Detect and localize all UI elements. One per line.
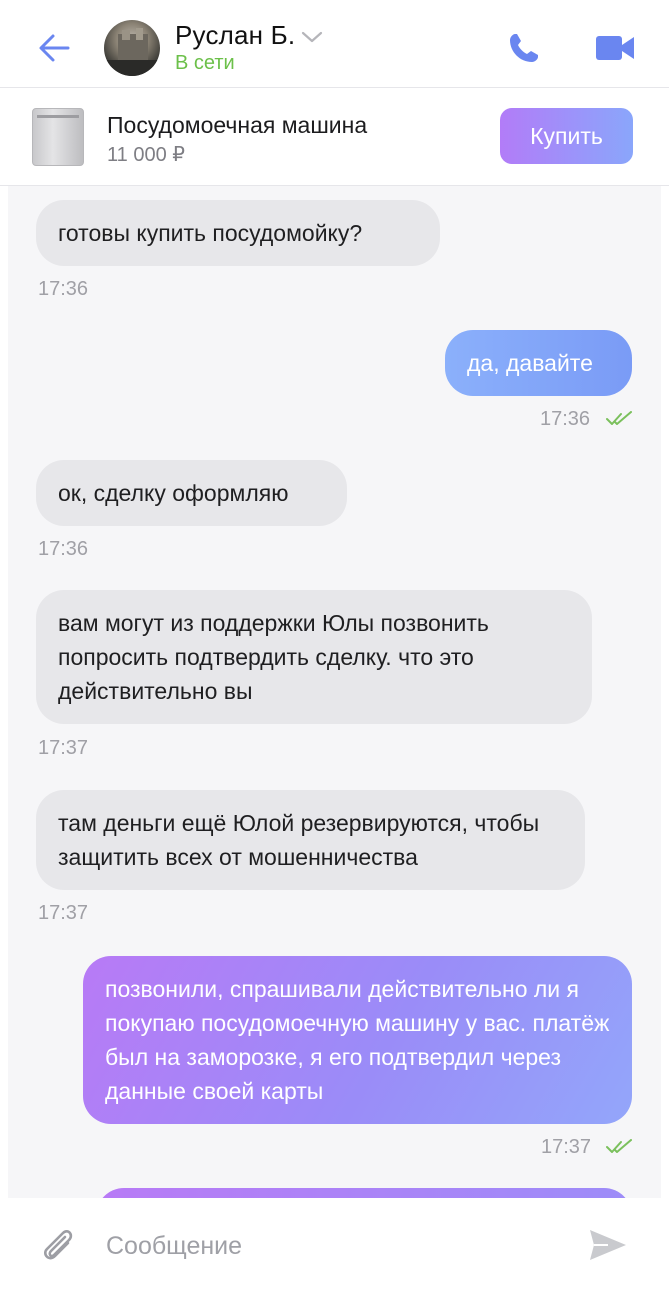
- message-text: ок, сделку оформляю: [58, 480, 289, 506]
- avatar[interactable]: [104, 20, 160, 76]
- message-text: там деньги ещё Юлой резервируются, чтобы…: [58, 810, 540, 870]
- send-icon[interactable]: [588, 1228, 628, 1262]
- message-bubble-incoming[interactable]: там деньги ещё Юлой резервируются, чтобы…: [36, 790, 585, 890]
- paperclip-icon[interactable]: [38, 1225, 78, 1265]
- message-text: да, давайте: [467, 350, 593, 376]
- message-time: 17:37: [38, 902, 89, 924]
- read-checkmarks-icon: [606, 411, 632, 425]
- message-bubble-incoming[interactable]: ок, сделку оформляю: [36, 460, 347, 526]
- chat-header: Руслан Б. В сети: [0, 0, 669, 88]
- message-text: позвонили, спрашивали действительно ли я…: [105, 976, 610, 1104]
- contact-name: Руслан Б.: [175, 20, 296, 50]
- online-status: В сети: [175, 52, 235, 74]
- message-bubble-outgoing[interactable]: да, давайте: [445, 330, 632, 396]
- message-bubble-outgoing[interactable]: позвонили, спрашивали действительно ли я…: [83, 956, 632, 1124]
- read-checkmarks-icon: [606, 1139, 632, 1153]
- message-bubble-incoming[interactable]: вам могут из поддержки Юлы позвонить поп…: [36, 590, 592, 724]
- video-camera-icon[interactable]: [596, 34, 634, 62]
- phone-icon[interactable]: [506, 30, 542, 66]
- message-text: готовы купить посудомойку?: [58, 220, 363, 246]
- product-price: 11 000 ₽: [107, 144, 185, 166]
- message-bubble-outgoing-partial[interactable]: [96, 1188, 632, 1198]
- back-arrow-icon[interactable]: [36, 30, 72, 66]
- message-time: 17:36: [38, 538, 89, 560]
- message-input[interactable]: [106, 1226, 546, 1266]
- message-text: вам могут из поддержки Юлы позвонить поп…: [58, 610, 489, 704]
- message-time: 17:37: [38, 737, 89, 759]
- message-time: 17:37: [541, 1136, 592, 1158]
- contact-name-row[interactable]: Руслан Б.: [175, 20, 323, 51]
- chevron-down-icon: [302, 31, 323, 42]
- message-bubble-incoming[interactable]: готовы купить посудомойку?: [36, 200, 440, 266]
- product-thumbnail: [32, 108, 84, 166]
- message-list[interactable]: готовы купить посудомойку? 17:36 да, дав…: [8, 186, 661, 1198]
- message-time: 17:36: [38, 278, 89, 300]
- buy-button[interactable]: Купить: [500, 108, 633, 164]
- product-title: Посудомоечная машина: [107, 112, 368, 138]
- message-composer: [0, 1198, 669, 1301]
- avatar-photo: [104, 28, 160, 76]
- message-time: 17:36: [540, 408, 591, 430]
